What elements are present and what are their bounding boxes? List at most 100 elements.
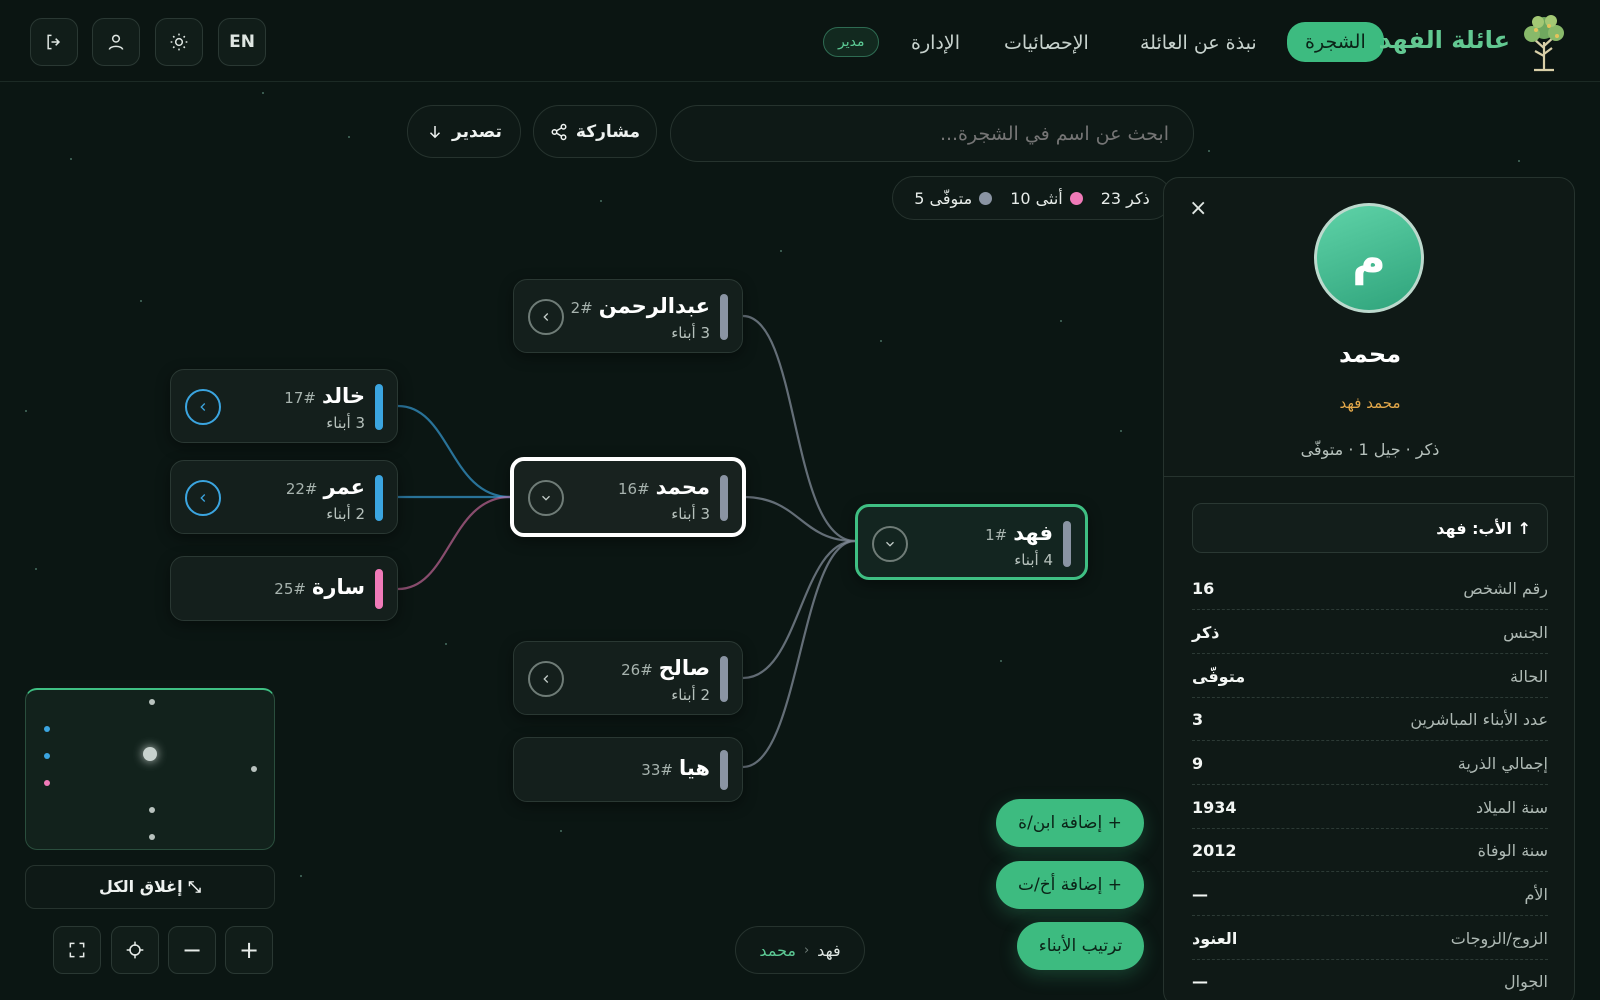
detail-status: الحالة متوفّى [1192, 655, 1548, 698]
status-bar [720, 475, 728, 521]
female-dot-icon [1069, 191, 1083, 205]
fullscreen-icon [69, 942, 85, 958]
person-name: محمد [1338, 340, 1402, 368]
person-meta: ذكر · جيل 1 · متوفّى [1300, 440, 1440, 459]
tree-node-saleh[interactable]: صالح#26 2 أبناء [513, 641, 743, 715]
detail-gender: الجنس ذكر [1192, 611, 1548, 654]
node-name: فهد#1 [985, 521, 1053, 545]
node-number: #2 [570, 299, 593, 317]
share-label: مشاركة [575, 121, 641, 142]
status-bar [1063, 521, 1071, 567]
expand-toggle[interactable] [185, 480, 221, 516]
status-bar [375, 569, 383, 609]
detail-label: الأم [1524, 884, 1548, 904]
status-bar [720, 750, 728, 790]
tree-minimap[interactable] [25, 688, 275, 850]
recenter-button[interactable] [111, 926, 159, 974]
arrow-down-icon [430, 125, 441, 138]
legend-male: ذكر 23 [1101, 189, 1150, 208]
detail-label: سنة الميلاد [1476, 797, 1548, 817]
logout-button[interactable] [30, 18, 78, 66]
gender-legend: ذكر 23 أنثى 10 متوفّى 5 [892, 176, 1172, 220]
detail-mobile: الجوال — [1192, 960, 1548, 1000]
expand-toggle[interactable] [528, 661, 564, 697]
nav-about-family[interactable]: نبذة عن العائلة [1140, 25, 1257, 61]
detail-value: 2012 [1192, 840, 1237, 860]
tree-node-omar[interactable]: عمر#22 2 أبناء [170, 460, 398, 534]
collapse-all-button[interactable]: إغلاق الكل ⤡ [25, 865, 275, 909]
detail-person-id: رقم الشخص 16 [1192, 567, 1548, 610]
legend-deceased: متوفّى 5 [914, 188, 993, 208]
expand-toggle[interactable] [528, 299, 564, 335]
legend-female-label: أنثى 10 [1010, 188, 1063, 208]
status-bar [720, 656, 728, 702]
minimap-node [149, 699, 155, 705]
node-number: #26 [621, 661, 653, 679]
chevron-left-icon [543, 675, 549, 683]
fullscreen-button[interactable] [53, 926, 101, 974]
expand-toggle[interactable] [185, 389, 221, 425]
tree-search-input[interactable] [670, 105, 1194, 162]
detail-value: — [1192, 884, 1208, 904]
detail-direct-children: عدد الأبناء المباشرين 3 [1192, 698, 1548, 741]
node-number: #33 [641, 761, 673, 779]
brand-title: عائلة الفهد [1378, 26, 1510, 54]
nav-statistics[interactable]: الإحصائيات [1004, 25, 1089, 61]
admin-badge: مدير [823, 27, 880, 57]
status-bar [375, 475, 383, 521]
tree-node-abdulrahman[interactable]: عبدالرحمن#2 3 أبناء [513, 279, 743, 353]
detail-mother: الأم — [1192, 873, 1548, 916]
detail-value: — [1192, 971, 1208, 991]
detail-value: ذكر [1192, 622, 1220, 642]
language-button[interactable]: EN [218, 18, 266, 66]
detail-label: الحالة [1510, 666, 1548, 686]
detail-value: 9 [1192, 753, 1204, 773]
tree-node-khaled[interactable]: خالد#17 3 أبناء [170, 369, 398, 443]
legend-deceased-label: متوفّى 5 [914, 188, 973, 208]
node-name: هيا#33 [641, 756, 710, 780]
export-button[interactable]: تصدير [407, 105, 521, 158]
export-label: تصدير [452, 121, 502, 142]
add-sibling-button[interactable]: + إضافة أخ/ت [996, 861, 1144, 909]
father-link[interactable]: ↑ الأب: فهد [1192, 503, 1548, 553]
node-children-count: 3 أبناء [671, 324, 710, 342]
detail-value: متوفّى [1192, 666, 1246, 686]
breadcrumb-separator: ‹ [803, 942, 810, 958]
nav-admin[interactable]: الإدارة [911, 25, 960, 61]
profile-button[interactable] [92, 18, 140, 66]
chevron-left-icon [543, 313, 549, 321]
expand-toggle[interactable] [528, 480, 564, 516]
node-children-count: 2 أبناء [671, 686, 710, 704]
tree-node-haya[interactable]: هيا#33 [513, 737, 743, 802]
node-children-count: 4 أبناء [1014, 551, 1053, 569]
node-name: محمد#16 [617, 475, 710, 499]
detail-label: سنة الوفاة [1477, 840, 1548, 860]
tree-node-mohammed[interactable]: محمد#16 3 أبناء [510, 457, 746, 537]
node-children-count: 3 أبناء [671, 505, 710, 523]
tree-node-sara[interactable]: سارة#25 [170, 556, 398, 621]
tree-node-fahd[interactable]: فهد#1 4 أبناء [855, 504, 1088, 580]
detail-label: الجنس [1503, 622, 1548, 642]
zoom-in-button[interactable]: + [225, 926, 273, 974]
close-icon[interactable]: × [1189, 196, 1207, 221]
nav-tree[interactable]: الشجرة [1287, 22, 1384, 62]
minimap-node [44, 753, 50, 759]
legend-female: أنثى 10 [1010, 189, 1083, 208]
zoom-out-button[interactable]: − [168, 926, 216, 974]
node-number: #25 [274, 580, 306, 598]
node-number: #17 [284, 389, 316, 407]
detail-label: عدد الأبناء المباشرين [1410, 709, 1548, 729]
breadcrumb-current: محمد [759, 940, 796, 960]
person-full-name: محمد فهد [1339, 394, 1401, 412]
detail-label: الجوال [1504, 971, 1548, 991]
sort-children-button[interactable]: ترتيب الأبناء [1017, 922, 1144, 970]
theme-toggle-button[interactable] [155, 18, 203, 66]
minimap-node [44, 726, 50, 732]
share-button[interactable]: مشاركة [533, 105, 657, 158]
node-children-count: 2 أبناء [326, 505, 365, 523]
breadcrumb-root[interactable]: فهد [817, 941, 840, 960]
detail-birth-year: سنة الميلاد 1934 [1192, 786, 1548, 829]
node-number: #1 [985, 526, 1008, 544]
expand-toggle[interactable] [872, 526, 908, 562]
add-child-button[interactable]: + إضافة ابن/ة [996, 799, 1144, 847]
